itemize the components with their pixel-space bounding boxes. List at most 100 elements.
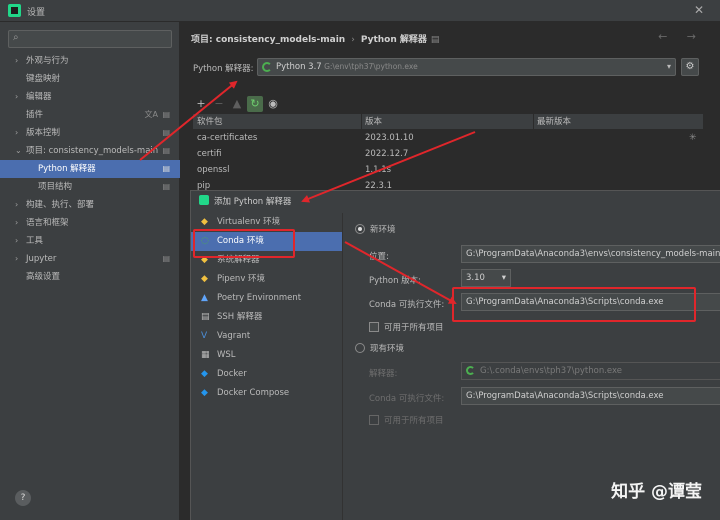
sidebar-item-build[interactable]: › 构建、执行、部署 bbox=[0, 196, 180, 214]
settings-sidebar: ⌕ › 外观与行为 键盘映射 › 编辑器 插件 文A ▤ › 版本控制 ▤ ⌄ 项目: con… bbox=[0, 22, 180, 520]
window-title: 设置 bbox=[27, 8, 46, 18]
package-name: certifi bbox=[197, 149, 222, 159]
column-header-latest[interactable]: 最新版本 bbox=[537, 114, 571, 130]
close-icon[interactable]: ✕ bbox=[694, 3, 704, 17]
table-row[interactable]: openssl 1.1.1s bbox=[193, 162, 703, 178]
column-header-version[interactable]: 版本 bbox=[365, 114, 382, 130]
table-row[interactable]: certifi 2022.12.7 bbox=[193, 146, 703, 162]
env-item-system[interactable]: ◆ 系统解释器 bbox=[191, 251, 342, 270]
sidebar-item-label: 插件 bbox=[26, 110, 44, 120]
env-item-label: WSL bbox=[217, 350, 236, 360]
chevron-right-icon: › bbox=[15, 236, 19, 245]
env-item-pipenv[interactable]: ◆ Pipenv 环境 bbox=[191, 270, 342, 289]
existing-interpreter-field[interactable]: G:\.conda\envs\tph37\python.exe bbox=[461, 362, 720, 380]
existing-interpreter-value: G:\.conda\envs\tph37\python.exe bbox=[480, 366, 622, 376]
env-item-wsl[interactable]: ▦ WSL bbox=[191, 346, 342, 365]
python-version-select[interactable]: 3.10 ▾ bbox=[461, 269, 511, 287]
python-icon: ◆ bbox=[201, 217, 208, 227]
show-early-releases-button[interactable]: ◉ bbox=[265, 96, 281, 112]
add-interpreter-dialog: 添加 Python 解释器 ◆ Virtualenv 环境 ◌ Conda 环境 ◆… bbox=[190, 190, 720, 520]
existing-conda-field[interactable]: G:\ProgramData\Anaconda3\Scripts\conda.e… bbox=[461, 387, 720, 405]
new-env-radio[interactable]: 新环境 bbox=[355, 223, 396, 235]
breadcrumb-page: Python 解释器 bbox=[360, 35, 427, 45]
sidebar-item-label: 项目: consistency_models-main bbox=[26, 146, 159, 156]
location-field[interactable]: G:\ProgramData\Anaconda3\envs\consistenc… bbox=[461, 245, 720, 263]
all-projects-checkbox[interactable]: 可用于所有项目 bbox=[369, 321, 444, 333]
wsl-icon: ▦ bbox=[201, 350, 210, 360]
chevron-down-icon: ⌄ bbox=[15, 146, 22, 155]
new-env-label: 新环境 bbox=[370, 225, 396, 235]
sidebar-item-label: Python 解释器 bbox=[38, 164, 96, 174]
env-item-vagrant[interactable]: V Vagrant bbox=[191, 327, 342, 346]
dialog-title: 添加 Python 解释器 bbox=[199, 195, 291, 207]
package-version: 2023.01.10 bbox=[365, 133, 414, 143]
nav-arrows-icon[interactable]: ← → bbox=[658, 30, 704, 43]
sidebar-item-project[interactable]: ⌄ 项目: consistency_models-main ▤ bbox=[0, 142, 180, 160]
sidebar-item-label: 键盘映射 bbox=[26, 74, 61, 84]
loading-icon: ✳ bbox=[689, 133, 697, 143]
sidebar-item-languages[interactable]: › 语言和框架 bbox=[0, 214, 180, 232]
env-item-poetry[interactable]: ▲ Poetry Environment bbox=[191, 289, 342, 308]
sidebar-item-label: 项目结构 bbox=[38, 182, 73, 192]
package-name: openssl bbox=[197, 165, 230, 175]
sidebar-item-appearance[interactable]: › 外观与行为 bbox=[0, 52, 180, 70]
sidebar-item-tools[interactable]: › 工具 bbox=[0, 232, 180, 250]
chevron-right-icon: › bbox=[15, 56, 19, 65]
breadcrumb-separator: › bbox=[351, 35, 355, 45]
sidebar-item-label: 语言和框架 bbox=[26, 218, 69, 228]
conda-spinner-icon bbox=[262, 62, 272, 72]
env-item-label: Docker bbox=[217, 369, 247, 379]
package-name: ca-certificates bbox=[197, 133, 258, 143]
sidebar-item-vcs[interactable]: › 版本控制 ▤ bbox=[0, 124, 180, 142]
remove-package-button[interactable]: − bbox=[211, 96, 227, 112]
pycharm-logo-icon bbox=[8, 4, 21, 17]
search-input[interactable]: ⌕ bbox=[8, 30, 172, 48]
refresh-button[interactable]: ↻ bbox=[247, 96, 263, 112]
interpreter-settings-button[interactable]: ⚙ bbox=[681, 58, 699, 76]
env-item-ssh[interactable]: ▤ SSH 解释器 bbox=[191, 308, 342, 327]
existing-env-radio[interactable]: 现有环境 bbox=[355, 342, 404, 354]
pycharm-logo-icon bbox=[199, 195, 209, 205]
sidebar-item-advanced[interactable]: 高级设置 bbox=[0, 268, 180, 286]
sidebar-item-label: 版本控制 bbox=[26, 128, 61, 138]
translate-icon: 文A bbox=[144, 110, 158, 119]
sidebar-item-project-structure[interactable]: 项目结构 ▤ bbox=[0, 178, 180, 196]
sidebar-item-keymap[interactable]: 键盘映射 bbox=[0, 70, 180, 88]
sidebar-item-editor[interactable]: › 编辑器 bbox=[0, 88, 180, 106]
interpreter-select[interactable]: Python 3.7 G:\env\tph37\python.exe ▾ bbox=[257, 58, 676, 76]
existing-all-projects-checkbox[interactable]: 可用于所有项目 bbox=[369, 414, 444, 426]
python-icon: ◆ bbox=[201, 255, 208, 265]
env-item-docker[interactable]: ◆ Docker bbox=[191, 365, 342, 384]
settings-scope-icon: ▤ bbox=[162, 182, 170, 191]
window-titlebar: 设置 ✕ bbox=[0, 0, 720, 22]
package-version: 1.1.1s bbox=[365, 165, 392, 175]
chevron-down-icon: ▾ bbox=[501, 273, 506, 283]
sidebar-item-label: Jupyter bbox=[26, 254, 57, 264]
interpreter-label: Python 解释器: bbox=[193, 64, 254, 74]
env-item-label: Docker Compose bbox=[217, 388, 290, 398]
add-package-button[interactable]: + bbox=[193, 96, 209, 112]
sidebar-item-jupyter[interactable]: › Jupyter ▤ bbox=[0, 250, 180, 268]
column-header-package[interactable]: 软件包 bbox=[197, 114, 223, 130]
env-item-conda[interactable]: ◌ Conda 环境 bbox=[191, 232, 342, 251]
existing-all-projects-label: 可用于所有项目 bbox=[384, 416, 444, 426]
column-divider bbox=[533, 114, 534, 130]
help-button[interactable]: ? bbox=[15, 490, 31, 506]
vagrant-icon: V bbox=[201, 331, 208, 341]
chevron-right-icon: › bbox=[15, 92, 19, 101]
env-item-docker-compose[interactable]: ◆ Docker Compose bbox=[191, 384, 342, 403]
table-row[interactable]: ca-certificates 2023.01.10 ✳ bbox=[193, 130, 703, 146]
env-item-virtualenv[interactable]: ◆ Virtualenv 环境 bbox=[191, 213, 342, 232]
conda-exe-field[interactable]: G:\ProgramData\Anaconda3\Scripts\conda.e… bbox=[461, 293, 720, 311]
sidebar-item-python-interpreter[interactable]: Python 解释器 ▤ bbox=[0, 160, 180, 178]
sidebar-item-plugins[interactable]: 插件 文A ▤ bbox=[0, 106, 180, 124]
location-label: 位置: bbox=[369, 252, 389, 262]
python-version-value: 3.10 bbox=[466, 273, 485, 283]
upgrade-package-button[interactable]: ▲ bbox=[229, 96, 245, 112]
env-item-label: Virtualenv 环境 bbox=[217, 217, 281, 227]
sidebar-item-label: 外观与行为 bbox=[26, 56, 69, 66]
conda-spinner-icon bbox=[466, 366, 475, 375]
chevron-right-icon: › bbox=[15, 128, 19, 137]
interpreter-path: G:\env\tph37\python.exe bbox=[321, 62, 418, 71]
chevron-down-icon: ▾ bbox=[666, 62, 671, 71]
